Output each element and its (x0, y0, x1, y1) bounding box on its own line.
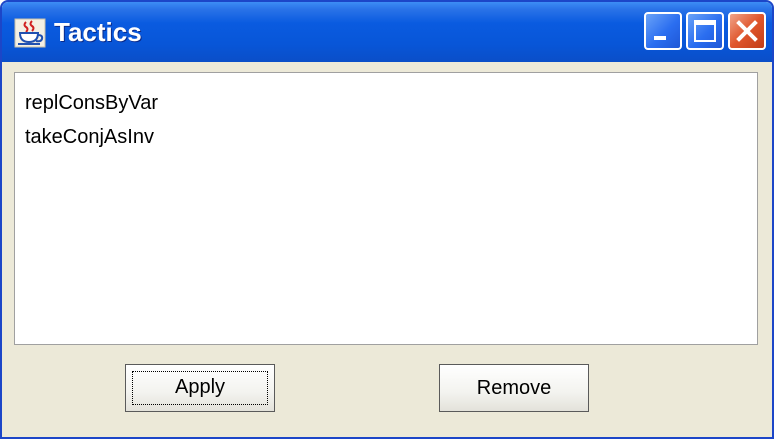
tactics-window: Tactics replConsByVar takeConjAsInv Appl… (0, 0, 774, 439)
window-title: Tactics (54, 17, 142, 47)
title-bar[interactable]: Tactics (2, 2, 772, 62)
tactics-list[interactable]: replConsByVar takeConjAsInv (14, 72, 758, 345)
list-item[interactable]: replConsByVar (25, 90, 158, 116)
remove-button[interactable]: Remove (439, 364, 589, 412)
close-icon (736, 20, 758, 42)
apply-button-label: Apply (174, 376, 226, 398)
list-item[interactable]: takeConjAsInv (25, 124, 154, 150)
minimize-button[interactable] (644, 12, 682, 50)
maximize-icon (694, 20, 716, 42)
apply-button[interactable]: Apply (125, 364, 275, 412)
minimize-icon (654, 36, 666, 40)
close-button[interactable] (728, 12, 766, 50)
maximize-button[interactable] (686, 12, 724, 50)
java-cup-icon (14, 18, 46, 48)
